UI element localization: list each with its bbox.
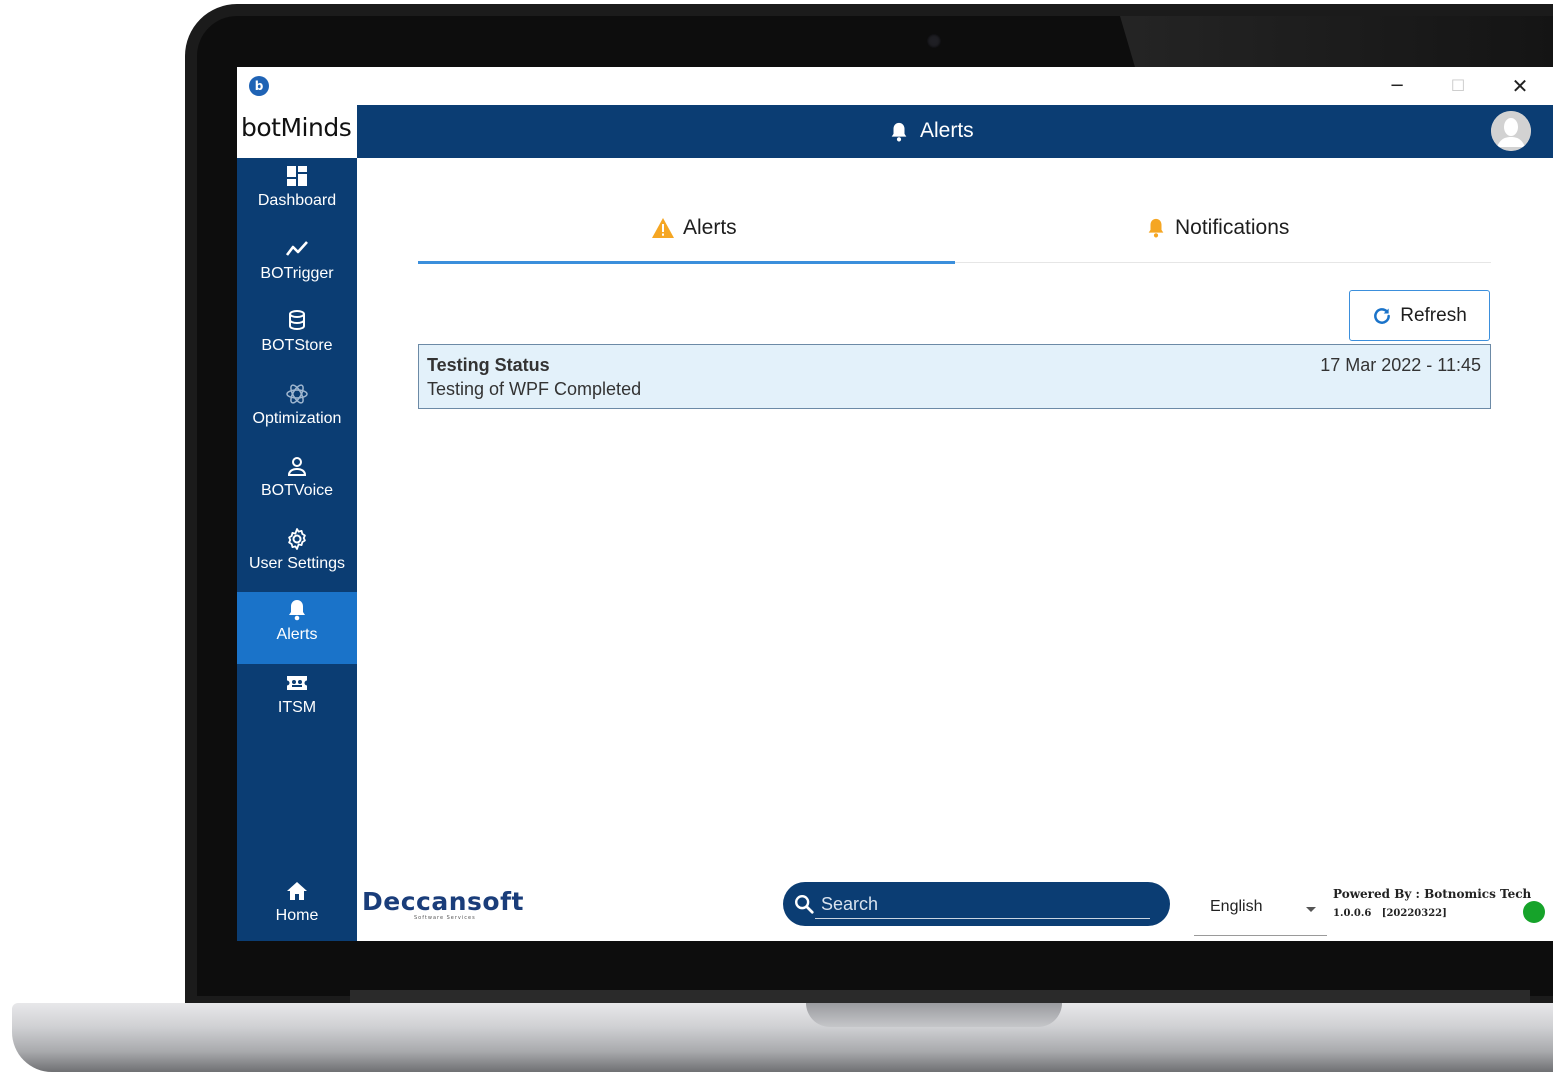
sidebar-item-botrigger[interactable]: BOTrigger [237, 231, 357, 303]
footer-brand-sub: Software Services [414, 915, 476, 921]
search-underline [815, 918, 1150, 919]
bell-icon [289, 600, 305, 621]
header-bar: Alerts [357, 105, 1553, 158]
search-box[interactable] [783, 882, 1170, 926]
maximize-button[interactable]: ☐ [1438, 73, 1478, 99]
sidebar-item-label: ITSM [277, 699, 317, 716]
close-button[interactable]: ✕ [1500, 73, 1540, 99]
sidebar-item-label: Optimization [252, 410, 342, 427]
sidebar-item-optimization[interactable]: Optimization [237, 376, 357, 448]
alert-title: Testing Status [427, 355, 550, 375]
bell-icon [891, 122, 907, 142]
app-window: b − ☐ ✕ botMinds Dashboard BOTrigger BOT… [237, 67, 1553, 941]
refresh-icon [1374, 307, 1391, 324]
sidebar-item-botstore[interactable]: BOTStore [237, 303, 357, 375]
sidebar: botMinds Dashboard BOTrigger BOTStore Op… [237, 105, 357, 941]
home-icon [287, 882, 307, 900]
powered-by: Powered By : Botnomics Tech [1333, 887, 1532, 901]
language-value: English [1210, 898, 1263, 915]
refresh-button[interactable]: Refresh [1349, 290, 1490, 341]
database-icon [289, 310, 305, 331]
bell-icon [1148, 218, 1164, 238]
warning-icon [652, 218, 674, 238]
tab-label: Notifications [1175, 216, 1290, 239]
trend-icon [285, 241, 308, 256]
tab-active-indicator [418, 261, 955, 264]
refresh-label: Refresh [1400, 304, 1467, 326]
laptop-base [12, 1003, 1553, 1072]
app-logo-icon: b [249, 76, 269, 96]
language-select[interactable]: English [1194, 890, 1327, 936]
user-avatar-icon [1491, 111, 1531, 151]
tab-label: Alerts [683, 216, 737, 239]
tab-notifications[interactable]: Notifications [955, 210, 1491, 262]
version-text: 1.0.0.6 [20220322] [1333, 908, 1447, 919]
sidebar-item-itsm[interactable]: ITSM [237, 665, 357, 737]
sidebar-item-label: BOTStore [261, 337, 333, 354]
laptop-hinge [350, 990, 1530, 1004]
footer-brand-logo: Deccansoft [362, 887, 524, 916]
sidebar-item-alerts[interactable]: Alerts [237, 592, 357, 664]
sidebar-item-home[interactable]: Home [237, 873, 357, 941]
sidebar-item-label: BOTVoice [260, 482, 334, 499]
laptop-notch [806, 1003, 1062, 1027]
sidebar-item-label: User Settings [248, 555, 346, 572]
atom-icon [286, 384, 308, 404]
dashboard-icon [287, 166, 307, 186]
user-icon [287, 457, 307, 476]
minimize-button[interactable]: − [1377, 73, 1417, 99]
camera-icon [927, 34, 941, 48]
sidebar-item-label: BOTrigger [260, 265, 334, 282]
chevron-down-icon [1306, 907, 1316, 912]
sidebar-item-label: Alerts [276, 626, 318, 643]
tab-alerts[interactable]: Alerts [418, 210, 955, 262]
title-bar: b − ☐ ✕ [237, 67, 1553, 105]
search-input[interactable] [819, 888, 1153, 920]
ticket-icon [287, 676, 307, 690]
avatar[interactable] [1491, 111, 1531, 151]
alert-message: Testing of WPF Completed [427, 379, 642, 399]
logo: botMinds [237, 105, 357, 158]
gear-icon [288, 528, 306, 550]
list-item[interactable]: Testing Status Testing of WPF Completed … [418, 344, 1491, 409]
status-indicator [1523, 901, 1545, 923]
page-title: Alerts [920, 119, 974, 142]
sidebar-item-user-settings[interactable]: User Settings [237, 521, 357, 593]
sidebar-item-botvoice[interactable]: BOTVoice [237, 448, 357, 520]
sidebar-item-label: Dashboard [257, 192, 337, 209]
alert-timestamp: 17 Mar 2022 - 11:45 [1320, 355, 1481, 375]
sidebar-item-dashboard[interactable]: Dashboard [237, 158, 357, 230]
sidebar-item-label: Home [275, 907, 319, 924]
search-icon [795, 895, 814, 914]
logo-text: botMinds [241, 113, 352, 142]
